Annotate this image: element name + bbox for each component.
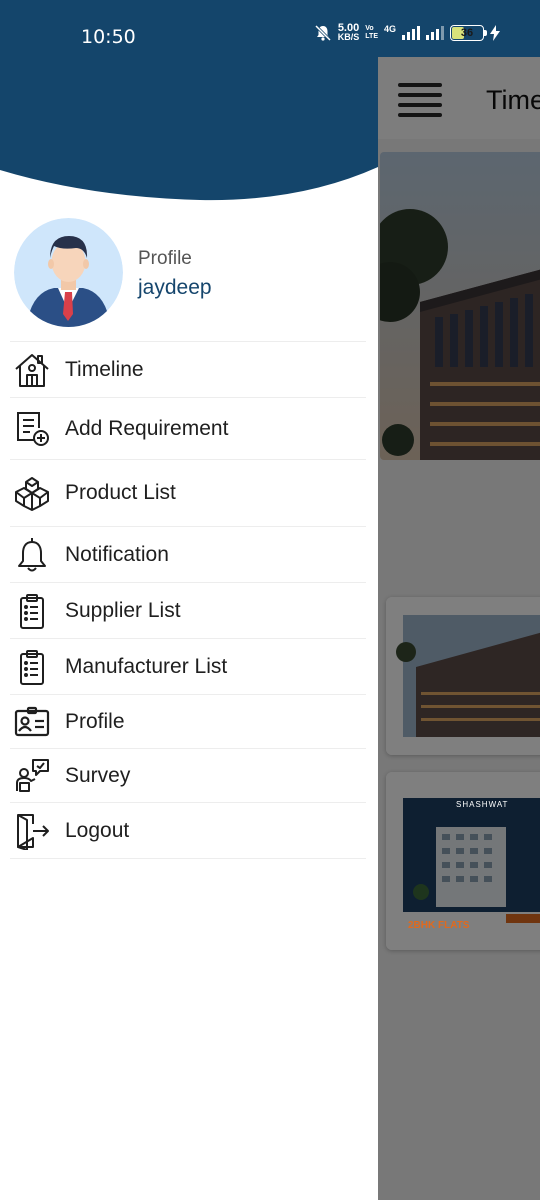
menu-item-profile[interactable]: Profile (10, 695, 366, 749)
survey-icon (12, 756, 52, 796)
menu-item-label: Add Requirement (65, 416, 229, 440)
network-type: 4G (383, 24, 396, 34)
net-speed-unit: KB/S (337, 32, 360, 42)
menu-item-label: Timeline (65, 357, 144, 381)
clipboard-list-icon (12, 647, 52, 687)
status-icons: 5.00 KB/S Vo LTE 4G 36 (314, 23, 500, 42)
volte-top: Vo (365, 25, 374, 32)
net-speed: 5.00 KB/S (337, 23, 360, 42)
profile-caption: Profile (138, 248, 192, 269)
id-card-icon (12, 702, 52, 742)
menu-item-label: Notification (65, 542, 169, 566)
status-time: 10:50 (81, 26, 136, 48)
avatar (14, 218, 123, 327)
add-document-icon (12, 409, 52, 449)
drawer-header-wave (0, 57, 378, 201)
profile-header[interactable]: Profile jaydeep (14, 218, 364, 330)
menu-item-timeline[interactable]: Timeline (10, 341, 366, 398)
menu-item-logout[interactable]: Logout (10, 803, 366, 859)
menu-item-notification[interactable]: Notification (10, 527, 366, 583)
advert-brand: SHASHWAT (456, 800, 509, 809)
boxes-icon (12, 473, 52, 513)
menu-item-label: Manufacturer List (65, 654, 228, 678)
clipboard-list-icon (12, 591, 52, 631)
menu-item-product-list[interactable]: Product List (10, 460, 366, 527)
menu-item-add-requirement[interactable]: Add Requirement (10, 398, 366, 460)
signal-icon-2 (426, 26, 444, 40)
signal-icon (402, 26, 420, 40)
battery-level: 36 (460, 27, 474, 39)
menu-item-label: Survey (65, 763, 131, 787)
menu-item-label: Supplier List (65, 598, 181, 622)
drawer-menu: Timeline Add Requirement Product List No… (10, 341, 366, 859)
status-bar: 10:50 5.00 KB/S Vo LTE 4G 36 (0, 0, 540, 57)
menu-item-label: Profile (65, 709, 125, 733)
user-avatar-icon (14, 218, 123, 327)
navigation-drawer: Profile jaydeep Timeline Add Requirement… (0, 57, 378, 1200)
bell-icon (12, 535, 52, 575)
bell-muted-icon (314, 24, 331, 42)
menu-item-label: Product List (65, 481, 176, 504)
menu-item-supplier-list[interactable]: Supplier List (10, 583, 366, 639)
logout-icon (12, 811, 52, 851)
battery-icon: 36 (450, 25, 487, 41)
profile-username: jaydeep (138, 276, 212, 299)
volte-indicator: Vo LTE (365, 25, 378, 41)
menu-item-label: Logout (65, 818, 130, 842)
home-icon (12, 350, 52, 390)
advert-tagline: 2BHK FLATS (408, 920, 470, 931)
volte-bottom: LTE (365, 33, 378, 40)
menu-item-survey[interactable]: Survey (10, 749, 366, 803)
charging-icon (490, 25, 500, 41)
menu-item-manufacturer-list[interactable]: Manufacturer List (10, 639, 366, 695)
